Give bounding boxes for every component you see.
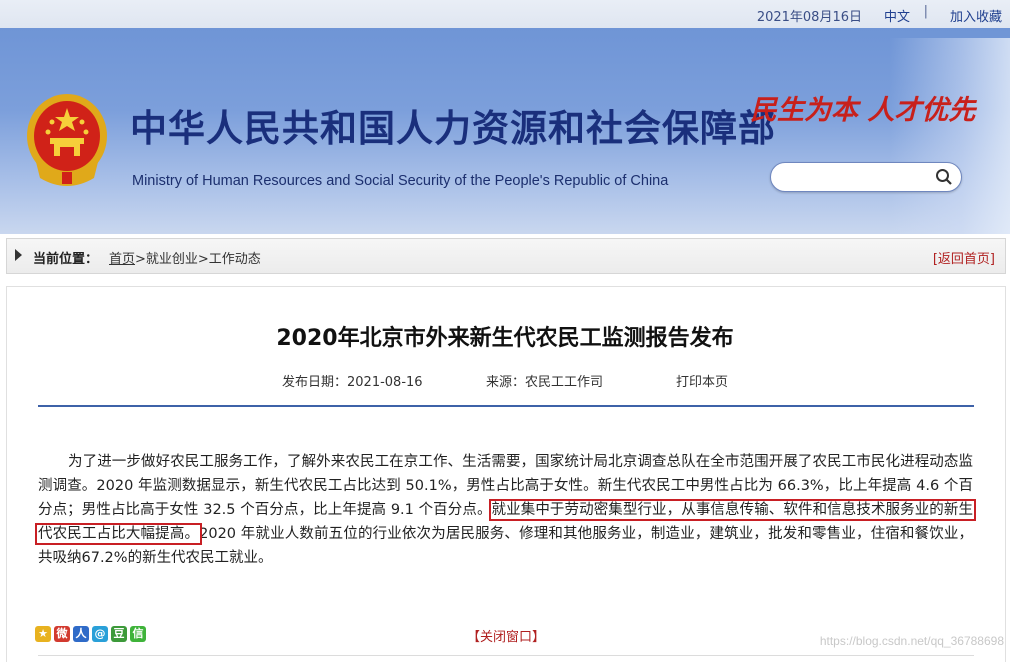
renren-icon[interactable]: 人 [73, 626, 89, 642]
breadcrumb-home-link[interactable]: 首页 [109, 252, 135, 267]
breadcrumb-path: 首页>就业创业>工作动态 [109, 248, 261, 267]
language-link[interactable]: 中文 [884, 6, 910, 25]
wechat-icon[interactable]: 信 [130, 626, 146, 642]
douban-icon[interactable]: 豆 [111, 626, 127, 642]
print-page-link[interactable]: 打印本页 [676, 371, 728, 390]
back-home-link[interactable]: [返回首页] [933, 248, 995, 267]
add-favorite-link[interactable]: 加入收藏 [950, 6, 1002, 25]
search-box[interactable] [770, 162, 962, 192]
search-icon[interactable] [935, 168, 953, 186]
breadcrumb-rest[interactable]: >就业创业>工作动态 [135, 252, 261, 267]
title-divider [38, 405, 974, 407]
close-window-link[interactable]: 【关闭窗口】 [467, 626, 545, 645]
breadcrumb-label: 当前位置： [33, 252, 99, 267]
pengyou-icon[interactable]: @ [92, 626, 108, 642]
publish-date: 发布日期：2021-08-16 [282, 375, 423, 390]
current-date: 2021年08月16日 [756, 10, 862, 25]
share-toolbar: ★ 微人 @ 豆信 [35, 626, 149, 644]
slogan: 民生为本 人才优先 [750, 95, 976, 126]
ministry-title-cn: 中华人民共和国人力资源和社会保障部 [130, 106, 776, 150]
watermark: https://blog.csdn.net/qq_36788698 [819, 634, 1004, 648]
bottom-divider [38, 655, 974, 656]
national-emblem-icon [27, 94, 107, 186]
ministry-title-en: Ministry of Human Resources and Social S… [132, 173, 669, 189]
article-title: 2020年北京市外来新生代农民工监测报告发布 [276, 326, 734, 351]
article-source: 来源：农民工工作司 [486, 375, 604, 390]
play-arrow-icon [15, 249, 22, 261]
qzone-icon[interactable]: ★ [35, 626, 51, 642]
weibo-icon[interactable]: 微 [54, 626, 70, 642]
site-banner: 中华人民共和国人力资源和社会保障部 Ministry of Human Reso… [0, 28, 1010, 234]
breadcrumb: 当前位置： 首页>就业创业>工作动态 [返回首页] [6, 238, 1006, 274]
building-backdrop [890, 38, 1010, 234]
separator: | [923, 4, 928, 19]
search-input[interactable] [781, 167, 935, 187]
top-utility-bar: 2021年08月16日 中文 | 加入收藏 [0, 0, 1010, 29]
article-paragraph: 为了进一步做好农民工服务工作，了解外来农民工在京工作、生活需要，国家统计局北京调… [35, 450, 976, 570]
